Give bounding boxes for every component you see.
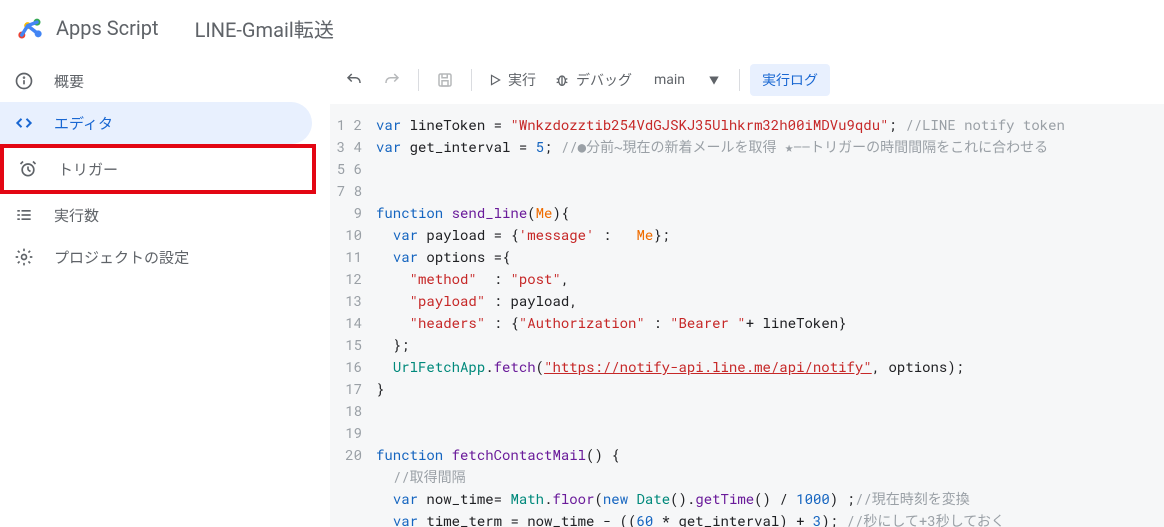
toolbar-divider bbox=[471, 69, 472, 91]
save-icon bbox=[436, 71, 454, 89]
apps-script-logo-icon bbox=[16, 14, 44, 42]
sidebar-item-label: トリガー bbox=[58, 159, 118, 180]
undo-icon bbox=[345, 71, 363, 89]
redo-icon bbox=[383, 71, 401, 89]
brand-name: Apps Script bbox=[56, 16, 159, 40]
sidebar-item-editor[interactable]: エディタ bbox=[0, 102, 312, 144]
function-select[interactable]: main ▼ bbox=[644, 64, 729, 96]
save-button[interactable] bbox=[429, 64, 461, 96]
editor-toolbar: 実行 デバッグ main ▼ 実行ログ bbox=[330, 56, 1164, 104]
run-label: 実行 bbox=[508, 70, 536, 90]
sidebar-item-triggers[interactable]: トリガー bbox=[4, 148, 312, 190]
sidebar-item-label: 実行数 bbox=[54, 205, 99, 226]
code-editor[interactable]: 1 2 3 4 5 6 7 8 9 10 11 12 13 14 15 16 1… bbox=[330, 104, 1164, 527]
gear-icon bbox=[14, 247, 34, 267]
editor-pane: 実行 デバッグ main ▼ 実行ログ 1 2 3 4 5 6 7 8 9 10… bbox=[330, 56, 1164, 527]
undo-button[interactable] bbox=[338, 64, 370, 96]
clock-icon bbox=[18, 159, 38, 179]
bug-icon bbox=[554, 72, 570, 88]
play-icon bbox=[488, 73, 502, 87]
sidebar-item-label: 概要 bbox=[54, 71, 84, 92]
function-selected-label: main bbox=[654, 72, 685, 88]
sidebar-item-overview[interactable]: 概要 bbox=[0, 60, 312, 102]
toolbar-divider bbox=[739, 69, 740, 91]
toolbar-divider bbox=[418, 69, 419, 91]
debug-label: デバッグ bbox=[576, 70, 632, 90]
sidebar-item-label: プロジェクトの設定 bbox=[54, 247, 189, 268]
triggers-highlight-box: トリガー bbox=[0, 144, 316, 194]
line-gutter: 1 2 3 4 5 6 7 8 9 10 11 12 13 14 15 16 1… bbox=[330, 114, 376, 527]
list-icon bbox=[14, 205, 34, 225]
debug-button[interactable]: デバッグ bbox=[548, 64, 638, 96]
sidebar-item-settings[interactable]: プロジェクトの設定 bbox=[0, 236, 312, 278]
code-icon bbox=[14, 113, 34, 133]
project-title[interactable]: LINE-Gmail転送 bbox=[195, 14, 334, 43]
sidebar-item-label: エディタ bbox=[54, 113, 113, 134]
info-icon bbox=[14, 71, 34, 91]
execution-log-button[interactable]: 実行ログ bbox=[750, 64, 830, 96]
run-button[interactable]: 実行 bbox=[482, 64, 542, 96]
app-header: Apps Script LINE-Gmail転送 bbox=[0, 0, 1164, 56]
chevron-down-icon: ▼ bbox=[709, 72, 719, 87]
redo-button[interactable] bbox=[376, 64, 408, 96]
log-label: 実行ログ bbox=[762, 70, 818, 90]
sidebar-nav: 概要 エディタ トリガー 実行数 プ bbox=[0, 56, 330, 527]
sidebar-item-executions[interactable]: 実行数 bbox=[0, 194, 312, 236]
code-content[interactable]: var lineToken = "Wnkzdozztib254VdGJSKJ35… bbox=[376, 114, 1164, 527]
